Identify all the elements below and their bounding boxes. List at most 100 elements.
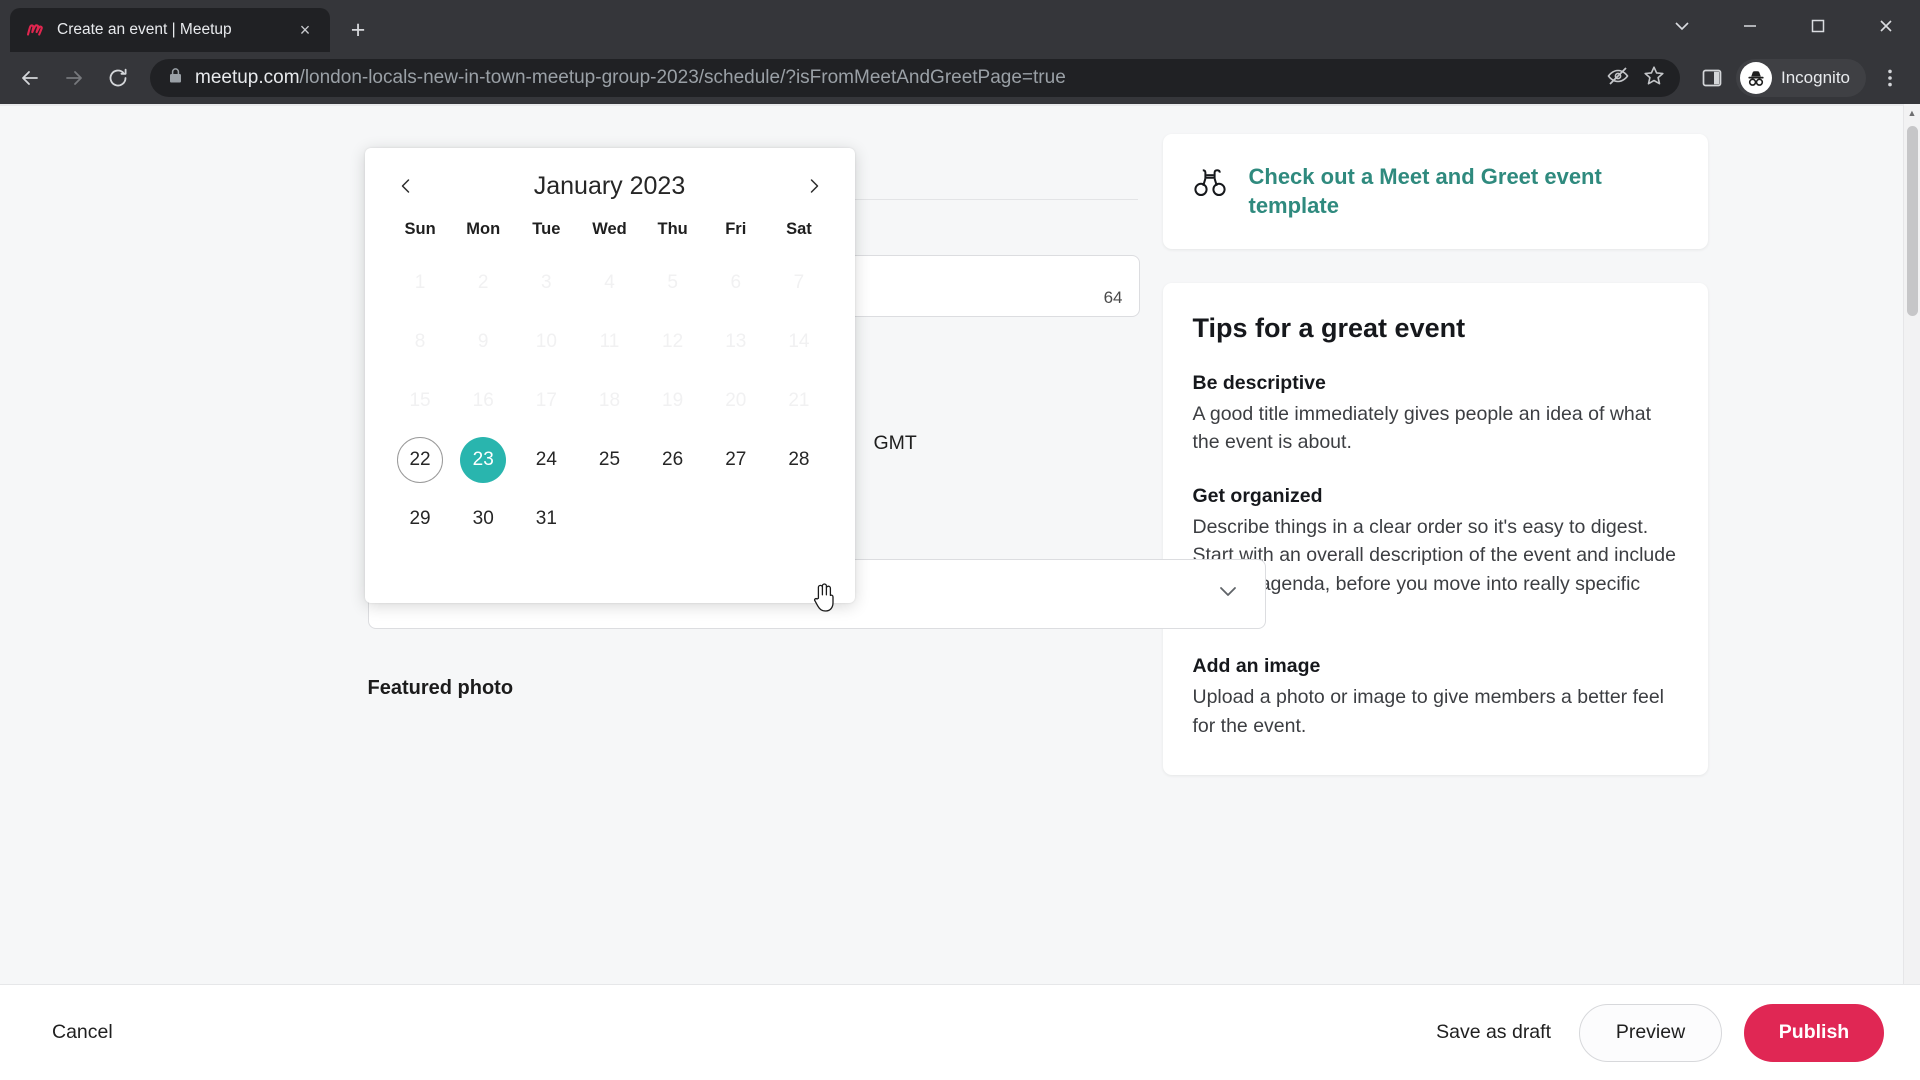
incognito-avatar-icon [1740, 62, 1772, 94]
meetup-logo-icon [26, 21, 45, 40]
url-text: meetup.com/london-locals-new-in-town-mee… [195, 67, 1066, 89]
calendar-weekday-sun: Sun [404, 220, 436, 238]
scrollbar-thumb[interactable] [1907, 126, 1918, 316]
calendar-day-28[interactable]: 28 [767, 430, 830, 489]
calendar-day-empty [641, 489, 704, 548]
calendar-day-label: 25 [598, 448, 621, 470]
cancel-button[interactable]: Cancel [38, 1011, 127, 1054]
calendar-day-label: 15 [409, 389, 431, 411]
minimize-icon[interactable] [1716, 0, 1784, 52]
reload-icon[interactable] [98, 58, 138, 98]
calendar-weekday-thu: Thu [657, 220, 688, 238]
tip-item: Be descriptive A good title immediately … [1193, 372, 1678, 457]
maximize-icon[interactable] [1784, 0, 1852, 52]
calendar-day-24[interactable]: 24 [515, 430, 578, 489]
close-icon[interactable]: × [292, 17, 318, 43]
browser-tab[interactable]: Create an event | Meetup × [10, 8, 330, 52]
omnibox-actions [1606, 64, 1666, 93]
event-form-column: up 2023 64 Mon, Jan 23, 2023 07:00 PM [213, 134, 1266, 1080]
calendar-day-label: 12 [662, 330, 684, 352]
calendar-day-label: 1 [414, 271, 426, 293]
calendar-day-label: 29 [409, 507, 431, 529]
calendar-day-10: 10 [515, 312, 578, 371]
calendar-grid: Sun Mon Tue Wed Thu Fri Sat 1 2 3 4 5 6 7 8 9 10 11 12 13 14… [389, 220, 831, 548]
calendar-weekday-fri: Fri [725, 220, 747, 238]
publish-button[interactable]: Publish [1744, 1003, 1884, 1062]
mouse-cursor-pointer [809, 581, 839, 620]
tip-body: A good title immediately gives people an… [1192, 402, 1652, 454]
form-action-bar: Cancel Save as draft Preview Publish [0, 984, 1920, 1080]
calendar-day-2: 2 [452, 253, 515, 312]
calendar-day-16: 16 [452, 371, 515, 430]
calendar-day-label: 17 [535, 389, 557, 411]
tip-heading: Be descriptive [1192, 371, 1326, 394]
calendar-day-12: 12 [641, 312, 704, 371]
calendar-day-label: 2 [477, 271, 489, 293]
side-panel-icon[interactable] [1692, 58, 1732, 98]
calendar-day-label: 13 [725, 330, 747, 352]
tab-search-icon[interactable] [1648, 0, 1716, 52]
back-icon[interactable] [10, 58, 50, 98]
calendar-day-label: 30 [472, 507, 494, 529]
tab-title: Create an event | Meetup [57, 21, 232, 38]
calendar-day-empty [767, 489, 830, 548]
lock-icon [168, 67, 183, 89]
calendar-weekday-wed: Wed [592, 220, 627, 238]
calendar-day-21: 21 [767, 371, 830, 430]
calendar-day-14: 14 [767, 312, 830, 371]
calendar-day-27[interactable]: 27 [704, 430, 767, 489]
calendar-day-22[interactable]: 22 [389, 430, 452, 489]
browser-toolbar: meetup.com/london-locals-new-in-town-mee… [0, 52, 1920, 104]
save-as-draft-button[interactable]: Save as draft [1430, 1011, 1557, 1054]
tip-body: Upload a photo or image to give members … [1192, 686, 1665, 738]
browser-window: Create an event | Meetup × + meetup.com/… [0, 0, 1920, 1080]
calendar-day-label: 5 [667, 271, 678, 293]
calendar-day-25[interactable]: 25 [578, 430, 641, 489]
char-counter: 64 [1103, 288, 1123, 307]
profile-incognito-button[interactable]: Incognito [1736, 59, 1866, 97]
calendar-day-label: 31 [535, 507, 557, 529]
calendar-day-3: 3 [515, 253, 578, 312]
calendar-day-20: 20 [704, 371, 767, 430]
address-bar[interactable]: meetup.com/london-locals-new-in-town-mee… [150, 59, 1680, 97]
more-menu-icon[interactable] [1870, 58, 1910, 98]
promo-link-text[interactable]: Check out a Meet and Greet event templat… [1249, 162, 1678, 221]
calendar-day-29[interactable]: 29 [389, 489, 452, 548]
calendar-day-8: 8 [389, 312, 452, 371]
calendar-day-empty [704, 489, 767, 548]
calendar-day-13: 13 [704, 312, 767, 371]
scroll-up-arrow-icon[interactable]: ▲ [1904, 104, 1920, 121]
calendar-day-label: 21 [788, 389, 810, 411]
calendar-day-4: 4 [578, 253, 641, 312]
primary-actions: Save as draft Preview Publish [1430, 1003, 1884, 1062]
window-close-icon[interactable] [1852, 0, 1920, 52]
forward-icon[interactable] [54, 58, 94, 98]
page-viewport: up 2023 64 Mon, Jan 23, 2023 07:00 PM [0, 104, 1920, 1080]
next-month-icon[interactable] [797, 169, 831, 203]
new-tab-button[interactable]: + [340, 12, 376, 48]
tips-title: Tips for a great event [1192, 312, 1466, 343]
calendar-day-23[interactable]: 23 [452, 430, 515, 489]
calendar-day-label: 19 [662, 389, 684, 411]
eye-slash-icon[interactable] [1606, 64, 1630, 93]
calendar-day-label: 9 [477, 330, 489, 352]
calendar-day-11: 11 [578, 312, 641, 371]
calendar-day-6: 6 [704, 253, 767, 312]
preview-button[interactable]: Preview [1579, 1003, 1722, 1062]
calendar-day-label: 3 [541, 271, 552, 293]
url-path: /london-locals-new-in-town-meetup-group-… [299, 67, 1066, 88]
page-scrollbar[interactable]: ▲ ▼ [1903, 104, 1920, 1080]
calendar-day-26[interactable]: 26 [641, 430, 704, 489]
calendar-day-31[interactable]: 31 [515, 489, 578, 548]
calendar-day-label: 23 [460, 436, 507, 483]
calendar-day-30[interactable]: 30 [452, 489, 515, 548]
calendar-day-17: 17 [515, 371, 578, 430]
star-icon[interactable] [1642, 64, 1666, 93]
meet-and-greet-promo-card[interactable]: Check out a Meet and Greet event templat… [1162, 134, 1708, 249]
calendar-header: January 2023 [389, 166, 831, 206]
calendar-day-label: 18 [598, 389, 621, 411]
calendar-month-label: January 2023 [533, 171, 686, 200]
calendar-day-label: 7 [793, 271, 805, 293]
date-picker-popover: January 2023 Sun Mon Tue Wed Thu Fri Sat 1 2 3 4 5 6… [364, 148, 855, 603]
calendar-day-7: 7 [767, 253, 830, 312]
